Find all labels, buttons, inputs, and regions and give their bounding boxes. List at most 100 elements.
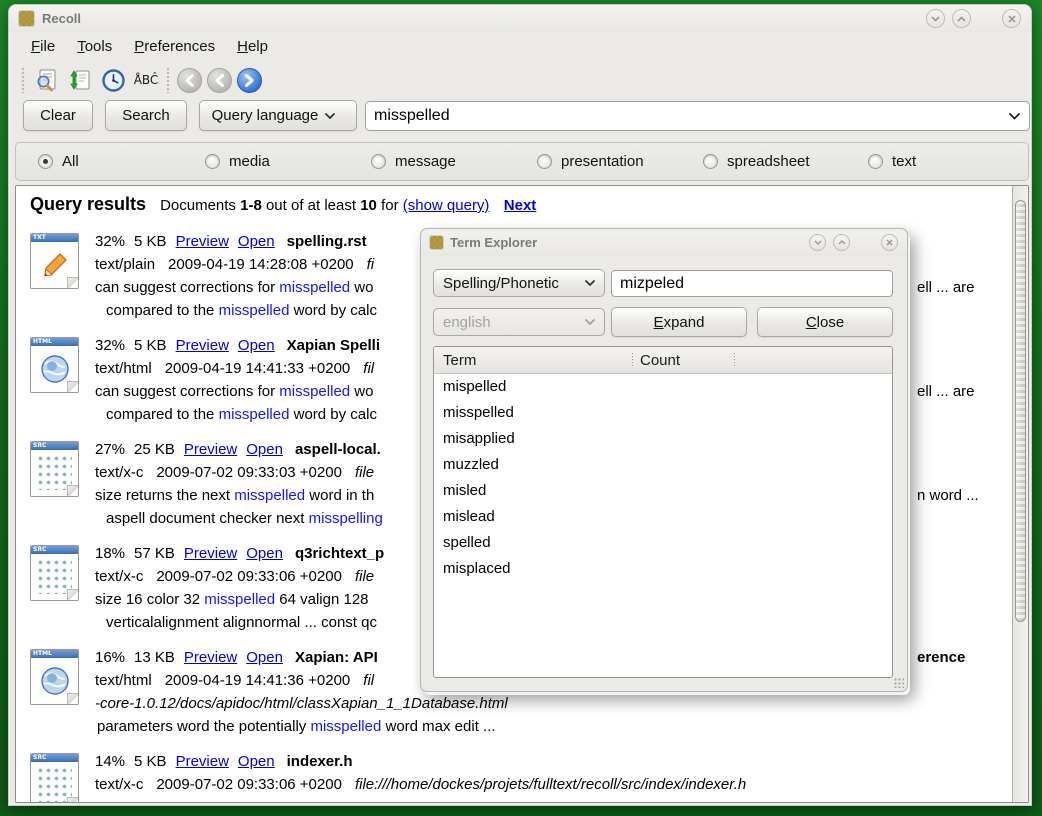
recoll-app-icon (19, 11, 34, 26)
menu-file[interactable]: File (22, 35, 64, 58)
chevron-down-icon (325, 113, 335, 119)
filter-text[interactable]: text (868, 153, 916, 170)
results-scrollbar[interactable] (1012, 186, 1028, 802)
radio-icon[interactable] (868, 154, 883, 169)
open-link[interactable]: Open (246, 545, 283, 562)
term-input[interactable] (612, 271, 892, 296)
menu-help[interactable]: Help (228, 35, 277, 58)
preview-link[interactable]: Preview (184, 441, 237, 458)
globe-icon (39, 665, 71, 697)
chevron-up-icon (838, 240, 846, 245)
filter-presentation[interactable]: presentation (537, 153, 644, 170)
radio-selected-icon[interactable] (38, 154, 53, 169)
term-results-table: Term Count mispelled misspelled misappli… (433, 346, 893, 678)
page-fold (67, 589, 79, 601)
preview-link[interactable]: Preview (176, 753, 229, 770)
title-fragment: erence (917, 646, 965, 669)
dialog-close-action-button[interactable]: Close (757, 307, 893, 337)
open-link[interactable]: Open (238, 753, 275, 770)
menu-preferences[interactable]: Preferences (125, 35, 224, 58)
open-link[interactable]: Open (246, 649, 283, 666)
result-title: Xapian Spelli (287, 337, 380, 354)
maximize-button[interactable] (952, 9, 971, 28)
document-history-button[interactable] (98, 65, 128, 95)
close-button[interactable] (1002, 9, 1021, 28)
source-file-icon: SRC (30, 545, 79, 601)
term-row[interactable]: misled (434, 478, 892, 504)
filter-spreadsheet[interactable]: spreadsheet (703, 153, 810, 170)
term-row[interactable]: mispelled (434, 374, 892, 400)
page-fold (67, 381, 79, 393)
category-filter-bar: All media message presentation spreadshe… (15, 142, 1029, 181)
next-page-button[interactable] (237, 68, 262, 93)
html-file-icon: HTML (30, 649, 79, 705)
result-title: indexer.h (287, 753, 353, 770)
column-divider[interactable] (632, 353, 633, 367)
clock-icon (101, 68, 126, 93)
sort-parameters-button[interactable] (65, 65, 95, 95)
expand-button[interactable]: Expand (611, 307, 747, 337)
column-divider[interactable] (734, 353, 735, 367)
titlebar[interactable]: Recoll (9, 5, 1031, 32)
chevron-down-icon[interactable] (1009, 113, 1020, 120)
table-header: Term Count (434, 347, 892, 374)
show-query-link[interactable]: (show query) (403, 197, 490, 214)
dialog-minimize-button[interactable] (809, 234, 826, 251)
filter-message[interactable]: message (371, 153, 456, 170)
match-highlight: misspelled (234, 487, 305, 504)
search-button[interactable]: Search (105, 100, 187, 131)
term-explorer-button[interactable]: ÅBĈ (131, 65, 161, 95)
dialog-titlebar[interactable]: Term Explorer (421, 229, 907, 256)
next-page-link[interactable]: Next (504, 197, 537, 214)
minimize-button[interactable] (926, 9, 945, 28)
first-page-button[interactable] (177, 68, 202, 93)
radio-icon[interactable] (703, 154, 718, 169)
advanced-search-button[interactable] (32, 65, 62, 95)
column-header-term[interactable]: Term (443, 347, 476, 374)
previous-page-button[interactable] (207, 68, 232, 93)
open-link[interactable]: Open (238, 337, 275, 354)
open-link[interactable]: Open (238, 233, 275, 250)
scrollbar-thumb[interactable] (1015, 200, 1026, 622)
term-row[interactable]: misapplied (434, 426, 892, 452)
term-row[interactable]: misspelled (434, 400, 892, 426)
clear-button[interactable]: Clear (23, 100, 93, 131)
radio-icon[interactable] (537, 154, 552, 169)
toolbar-handle-2[interactable] (166, 67, 171, 93)
expansion-mode-dropdown[interactable]: Spelling/Phonetic (433, 269, 605, 297)
chevron-down-icon (814, 240, 822, 245)
search-entry-combobox[interactable] (365, 101, 1030, 131)
open-link[interactable]: Open (246, 441, 283, 458)
filter-media[interactable]: media (205, 153, 270, 170)
search-input[interactable] (366, 107, 1009, 125)
preview-link[interactable]: Preview (176, 233, 229, 250)
preview-link[interactable]: Preview (176, 337, 229, 354)
dialog-close-button[interactable] (881, 234, 898, 251)
term-input-field[interactable] (611, 270, 893, 297)
menu-tools[interactable]: Tools (68, 35, 121, 58)
toolbar: ÅBĈ (9, 61, 1031, 99)
column-header-count[interactable]: Count (640, 347, 680, 374)
preview-link[interactable]: Preview (184, 649, 237, 666)
resize-grip[interactable] (894, 678, 904, 688)
term-row[interactable]: mislead (434, 504, 892, 530)
page-fold (67, 693, 79, 705)
result-title: aspell-local. (295, 441, 381, 458)
match-highlight: misspelling (309, 510, 383, 527)
toolbar-handle[interactable] (21, 67, 26, 93)
term-row[interactable]: muzzled (434, 452, 892, 478)
preview-link[interactable]: Preview (184, 545, 237, 562)
snippet-fragment: ell ... are (917, 276, 975, 299)
filter-all[interactable]: All (38, 153, 79, 170)
term-row[interactable]: misplaced (434, 556, 892, 582)
close-icon (886, 239, 893, 246)
query-language-dropdown[interactable]: Query language (199, 100, 357, 131)
term-row[interactable]: spelled (434, 530, 892, 556)
radio-icon[interactable] (205, 154, 220, 169)
window-title: Recoll (42, 11, 81, 26)
radio-icon[interactable] (371, 154, 386, 169)
match-highlight: misspelled (219, 302, 290, 319)
language-dropdown[interactable]: english (433, 308, 605, 336)
dialog-maximize-button[interactable] (833, 234, 850, 251)
arrow-left-icon (183, 74, 196, 87)
